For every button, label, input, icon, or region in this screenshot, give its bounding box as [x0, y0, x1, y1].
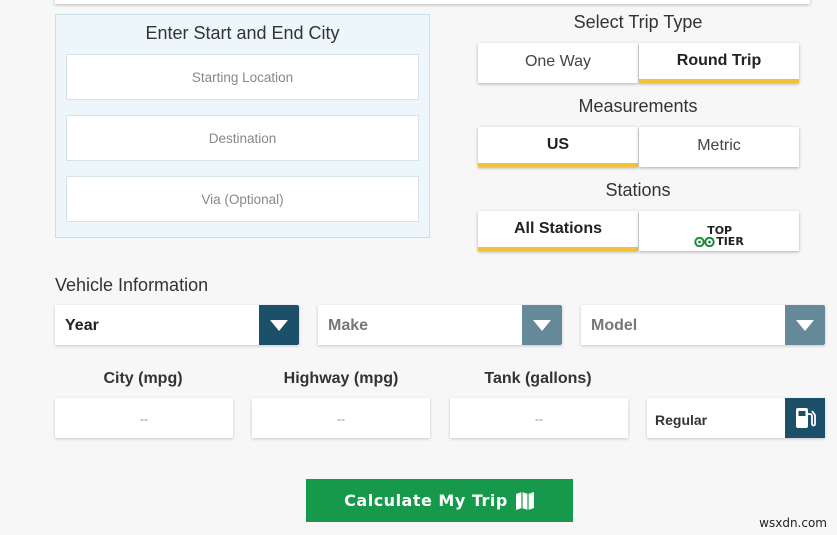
chevron-down-icon[interactable] [259, 305, 299, 345]
vehicle-info-title: Vehicle Information [55, 275, 209, 295]
top-tier-option[interactable]: TOP TIER [639, 211, 799, 251]
highway-mpg-input[interactable]: -- [252, 398, 430, 438]
year-dropdown[interactable]: Year [55, 305, 299, 345]
starting-location-input[interactable] [66, 54, 419, 100]
model-dropdown-label: Model [591, 317, 638, 334]
measurements-title: Measurements [578, 96, 698, 116]
route-panel: Enter Start and End City [55, 14, 430, 238]
fuel-type-selector[interactable]: Regular [647, 398, 825, 438]
watermark: wsxdn.com [759, 516, 827, 530]
measurements-toggle: US Metric [478, 127, 799, 167]
destination-input[interactable] [66, 115, 419, 161]
chevron-down-icon[interactable] [522, 305, 562, 345]
trip-type-title: Select Trip Type [573, 12, 703, 32]
map-icon [515, 491, 534, 510]
tank-gallons-label: Tank (gallons) [484, 370, 592, 387]
tank-gallons-input[interactable]: -- [450, 398, 628, 438]
route-panel-title: Enter Start and End City [145, 23, 340, 43]
make-dropdown[interactable]: Make [318, 305, 562, 345]
round-trip-option[interactable]: Round Trip [639, 43, 799, 83]
top-tier-logo: TOP TIER [694, 225, 744, 247]
calculate-trip-button[interactable]: Calculate My Trip [306, 479, 573, 522]
us-option[interactable]: US [478, 127, 638, 167]
top-tier-swirl-icon [694, 236, 715, 247]
all-stations-option[interactable]: All Stations [478, 211, 638, 251]
chevron-down-icon[interactable] [785, 305, 825, 345]
make-dropdown-label: Make [328, 317, 369, 334]
year-dropdown-label: Year [65, 317, 99, 334]
city-mpg-input[interactable]: -- [55, 398, 233, 438]
city-mpg-label: City (mpg) [103, 370, 183, 387]
one-way-option[interactable]: One Way [478, 43, 638, 83]
metric-option[interactable]: Metric [639, 127, 799, 167]
fuel-type-label: Regular [655, 412, 708, 428]
gas-pump-icon[interactable] [785, 398, 825, 438]
trip-type-toggle: One Way Round Trip [478, 43, 799, 83]
stations-toggle: All Stations TOP TIER [478, 211, 799, 251]
stations-title: Stations [605, 180, 671, 200]
model-dropdown[interactable]: Model [581, 305, 825, 345]
highway-mpg-label: Highway (mpg) [283, 370, 399, 387]
top-panel-edge [55, 0, 810, 4]
via-input[interactable] [66, 176, 419, 222]
